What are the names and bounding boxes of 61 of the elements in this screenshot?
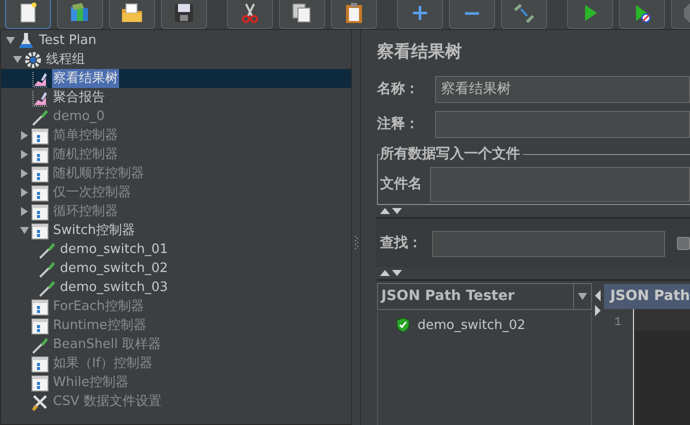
expanded-arrow-icon[interactable] bbox=[6, 36, 15, 45]
input-field[interactable] bbox=[435, 110, 690, 138]
flask-icon bbox=[17, 32, 35, 50]
input-field[interactable]: 察看结果树 bbox=[435, 76, 690, 102]
expanded-arrow-icon[interactable] bbox=[20, 226, 29, 235]
tester-tab[interactable]: JSON Path bbox=[604, 284, 690, 308]
caret-icon bbox=[578, 292, 587, 300]
tree-item[interactable]: 聚合报告 bbox=[52, 88, 106, 108]
window-icon bbox=[31, 222, 49, 240]
window-icon bbox=[31, 146, 49, 164]
pipette-icon bbox=[38, 278, 56, 296]
field-label: 名称： bbox=[377, 80, 420, 98]
folder-icon bbox=[120, 2, 144, 24]
pipette-icon bbox=[38, 240, 56, 258]
pipette-icon bbox=[38, 260, 56, 278]
pipette-icon bbox=[31, 108, 49, 126]
toolbar-button[interactable] bbox=[109, 0, 155, 29]
window-icon bbox=[31, 374, 49, 392]
toolbar-button[interactable] bbox=[161, 0, 207, 29]
tree-item[interactable]: demo_switch_03 bbox=[59, 278, 169, 298]
minus-icon bbox=[465, 12, 479, 15]
input-field[interactable] bbox=[430, 166, 690, 202]
field-label: 查找： bbox=[380, 234, 423, 253]
tree-item[interactable]: demo_switch_01 bbox=[59, 240, 169, 260]
window-icon bbox=[31, 298, 49, 316]
collapse-arrows-icon[interactable] bbox=[380, 268, 404, 276]
chart-icon bbox=[31, 88, 49, 106]
window-icon bbox=[31, 354, 49, 372]
collapse-arrows-icon[interactable] bbox=[380, 206, 404, 214]
left-right-arrows-icon[interactable] bbox=[594, 288, 602, 318]
selected-row-highlight[interactable]: 察看结果树 bbox=[1, 69, 351, 88]
window-icon bbox=[31, 126, 49, 144]
toolbar-button[interactable] bbox=[279, 0, 325, 29]
checkbox[interactable] bbox=[677, 237, 690, 250]
pipettes-icon bbox=[512, 2, 536, 24]
window-icon bbox=[31, 202, 49, 220]
toolbar-button[interactable] bbox=[227, 0, 273, 29]
tree-item[interactable]: Switch控制器 bbox=[52, 220, 136, 240]
toolbar-button[interactable] bbox=[5, 0, 51, 29]
tree-item[interactable]: demo_switch_02 bbox=[59, 258, 169, 278]
line-number: 1 bbox=[614, 314, 622, 330]
window-icon bbox=[31, 164, 49, 182]
field-label: 文件名 bbox=[380, 174, 423, 194]
tree-item[interactable]: 察看结果树 bbox=[52, 68, 119, 88]
panel-title: 察看结果树 bbox=[377, 41, 463, 64]
tools-icon bbox=[31, 392, 49, 410]
tree-item[interactable]: 线程组 bbox=[45, 50, 86, 70]
chart-icon bbox=[31, 70, 49, 88]
renderer-value: JSON Path Tester bbox=[380, 286, 516, 306]
search-field[interactable] bbox=[432, 230, 665, 256]
renderer-dropdown[interactable]: JSON Path Tester bbox=[377, 282, 592, 310]
tree-item[interactable]: Test Plan bbox=[38, 30, 98, 50]
window-icon bbox=[31, 184, 49, 202]
pipette-icon bbox=[31, 336, 49, 354]
expanded-arrow-icon[interactable] bbox=[13, 55, 22, 64]
group-legend: 所有数据写入一个文件 bbox=[380, 144, 523, 162]
window-icon bbox=[31, 316, 49, 334]
gear-icon bbox=[24, 50, 42, 68]
result-item[interactable]: demo_switch_02 bbox=[416, 316, 526, 335]
field-label: 注释： bbox=[377, 114, 420, 134]
toolbar-button[interactable] bbox=[331, 0, 377, 29]
